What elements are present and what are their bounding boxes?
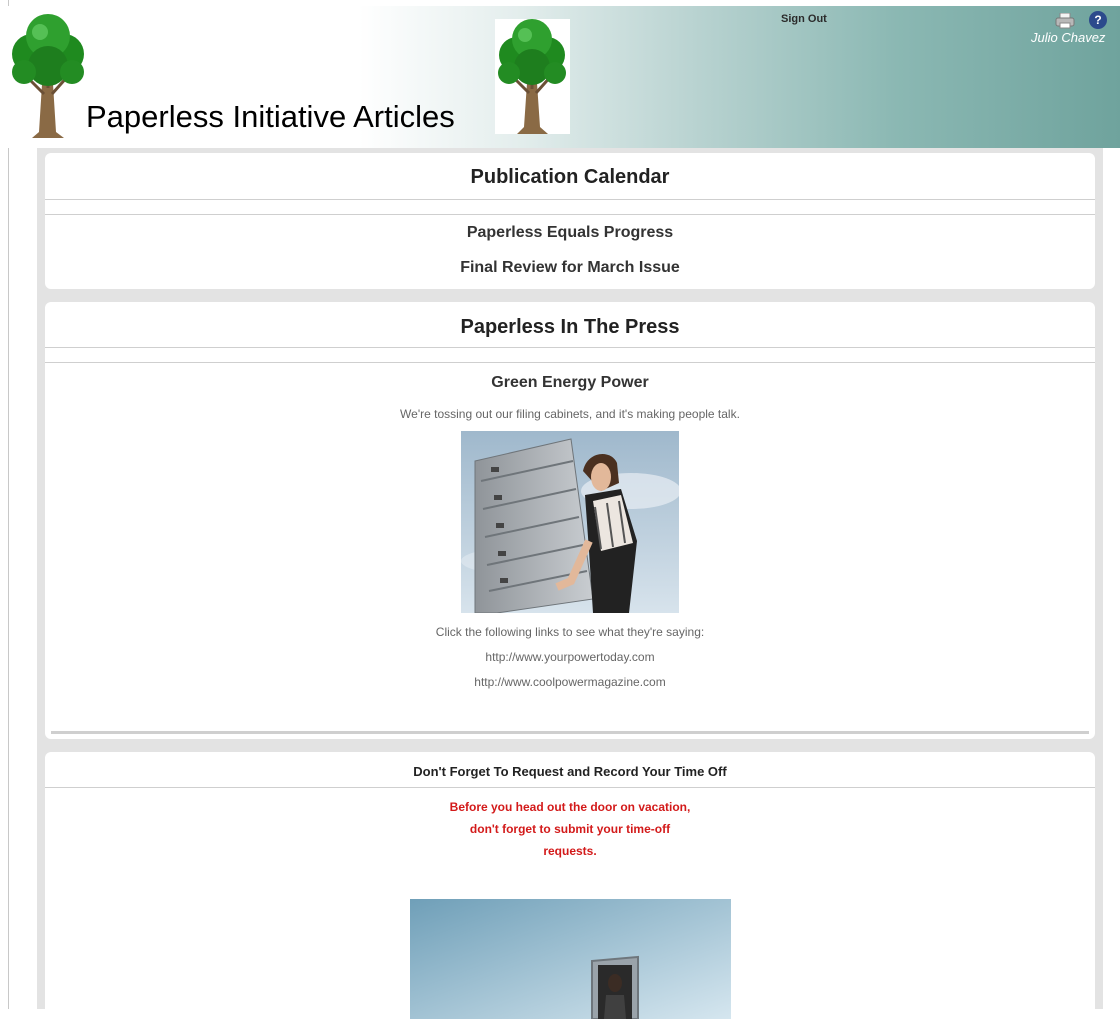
article-title: Green Energy Power — [491, 374, 649, 391]
reminder-line: requests. — [543, 844, 597, 858]
reminder-line: Before you head out the door on vacation… — [449, 800, 691, 814]
external-link[interactable]: http://www.yourpowertoday.com — [45, 650, 1095, 664]
current-user-name: Julio Chavez — [1031, 30, 1106, 45]
external-link[interactable]: http://www.coolpowermagazine.com — [45, 675, 1095, 689]
panel-heading: Publication Calendar — [45, 153, 1095, 200]
publication-calendar-panel: Publication Calendar Paperless Equals Pr… — [45, 153, 1095, 289]
tree-logo-icon — [8, 14, 88, 138]
panel-heading: Don't Forget To Request and Record Your … — [45, 752, 1095, 788]
vacation-door-photo — [410, 899, 731, 1019]
printer-icon[interactable] — [1055, 12, 1075, 29]
filing-cabinet-photo — [461, 431, 679, 613]
article-lead-text: We're tossing out our filing cabinets, a… — [400, 407, 740, 421]
help-icon[interactable]: ? — [1089, 11, 1107, 29]
tree-logo-icon — [495, 19, 570, 134]
calendar-item-link[interactable]: Paperless Equals Progress — [45, 223, 1095, 243]
calendar-item-link[interactable]: Final Review for March Issue — [45, 258, 1095, 278]
divider — [45, 362, 1095, 363]
page-title: Paperless Initiative Articles — [86, 99, 455, 134]
press-panel: Paperless In The Press Green Energy Powe… — [45, 302, 1095, 739]
article-call-to-action: Click the following links to see what th… — [435, 625, 705, 639]
sign-out-link[interactable]: Sign Out — [781, 13, 827, 25]
time-off-panel: Don't Forget To Request and Record Your … — [45, 752, 1095, 1022]
reminder-text: Before you head out the door on vacation… — [45, 796, 1095, 862]
divider — [45, 214, 1095, 215]
panel-footer-rule — [51, 731, 1089, 734]
reminder-line: don't forget to submit your time-off — [469, 822, 671, 836]
left-border — [8, 0, 9, 1009]
panel-heading: Paperless In The Press — [45, 302, 1095, 348]
page-header: Paperless Initiative Articles Sign Out ?… — [0, 6, 1120, 148]
